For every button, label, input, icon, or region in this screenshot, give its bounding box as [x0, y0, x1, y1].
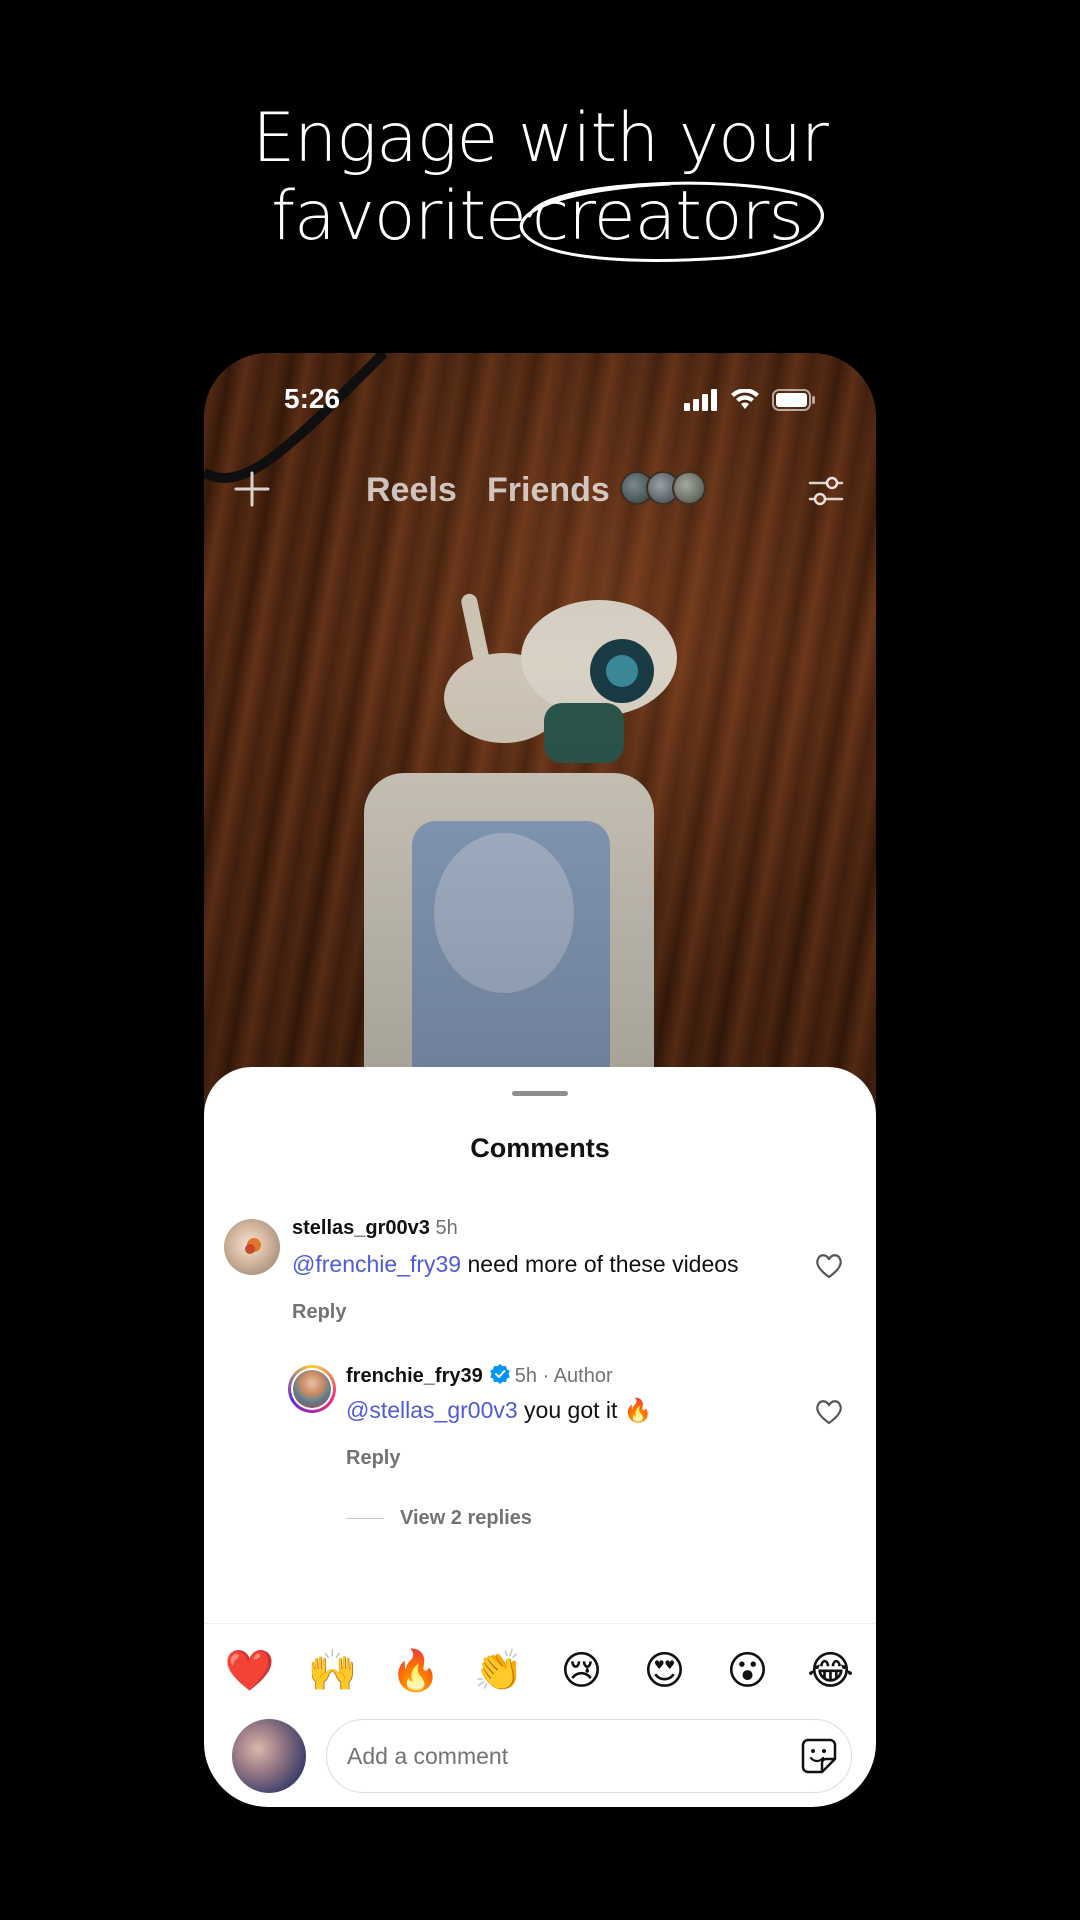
sheet-grabber-handle[interactable] [512, 1091, 568, 1096]
divider [204, 1623, 876, 1624]
comment-composer [204, 1717, 876, 1797]
emoji-reaction-bar: ❤️ 🙌 🔥 👏 😢 😍 😮 😂 [204, 1643, 876, 1699]
like-heart-icon[interactable] [814, 1397, 844, 1427]
tab-reels[interactable]: Reels [366, 471, 457, 510]
emoji-heart-eyes[interactable]: 😍 [635, 1643, 695, 1699]
sticker-icon[interactable] [800, 1737, 838, 1775]
sheet-title: Comments [470, 1133, 610, 1163]
avatar[interactable] [288, 1365, 336, 1413]
reels-top-bar: Reels Friends [204, 463, 876, 523]
avatar[interactable] [224, 1219, 280, 1275]
friends-avatar-stack[interactable] [620, 471, 710, 507]
comment-text: you got it 🔥 [517, 1397, 653, 1423]
comment-username[interactable]: frenchie_fry39 [346, 1365, 483, 1387]
create-plus-icon[interactable] [232, 469, 272, 509]
cellular-signal-icon [684, 389, 717, 411]
comment-mention-link[interactable]: @frenchie_fry39 [292, 1251, 461, 1277]
emoji-raised-hands[interactable]: 🙌 [303, 1643, 363, 1699]
filter-settings-icon[interactable] [806, 471, 846, 511]
status-time: 5:26 [284, 383, 341, 414]
reply-button[interactable]: Reply [292, 1301, 346, 1324]
status-bar: 5:26 [204, 383, 876, 423]
headline-line-2: favoritecreators [271, 177, 824, 262]
comment-item: stellas_gr00v3 5h @frenchie_fry39 need m… [204, 1217, 876, 1327]
comments-sheet: Comments stellas_gr00v3 5h @frenchie_fry… [204, 1067, 876, 1807]
view-replies-label: View 2 replies [400, 1507, 532, 1529]
comment-mention-link[interactable]: @stellas_gr00v3 [346, 1397, 518, 1423]
battery-icon [772, 389, 815, 411]
headline-line-1: Engage with your [252, 99, 829, 178]
view-replies-button[interactable]: View 2 replies [346, 1507, 532, 1530]
emoji-clap[interactable]: 👏 [469, 1643, 529, 1699]
wifi-icon [731, 389, 759, 409]
tab-friends[interactable]: Friends [487, 471, 610, 510]
comment-time: 5h [514, 1365, 537, 1387]
comment-time: 5h [435, 1217, 458, 1239]
reply-button[interactable]: Reply [346, 1447, 400, 1470]
emoji-heart[interactable]: ❤️ [220, 1643, 280, 1699]
avatar [672, 471, 706, 505]
comment-reply-item: frenchie_fry39 5h · Author @stellas_gr00… [204, 1363, 876, 1473]
phone-mockup: 5:26 Reels Friends Comments stellas_gr00… [204, 353, 876, 1807]
avatar [232, 1719, 306, 1793]
emoji-crying[interactable]: 😢 [552, 1643, 612, 1699]
comment-input[interactable] [326, 1719, 852, 1793]
promo-headline: Engage with your favoritecreators [0, 99, 1080, 262]
comment-username[interactable]: stellas_gr00v3 [292, 1217, 430, 1239]
emoji-fire[interactable]: 🔥 [386, 1643, 446, 1699]
headline-circled-word: creators [519, 178, 824, 262]
author-tag: · Author [542, 1365, 613, 1387]
divider [346, 1518, 384, 1519]
emoji-surprised[interactable]: 😮 [718, 1643, 778, 1699]
comment-text: need more of these videos [461, 1251, 739, 1277]
headline-prefix: favorite [271, 177, 527, 256]
emoji-laughing[interactable]: 😂 [801, 1643, 861, 1699]
like-heart-icon[interactable] [814, 1251, 844, 1281]
verified-badge-icon [489, 1364, 510, 1384]
